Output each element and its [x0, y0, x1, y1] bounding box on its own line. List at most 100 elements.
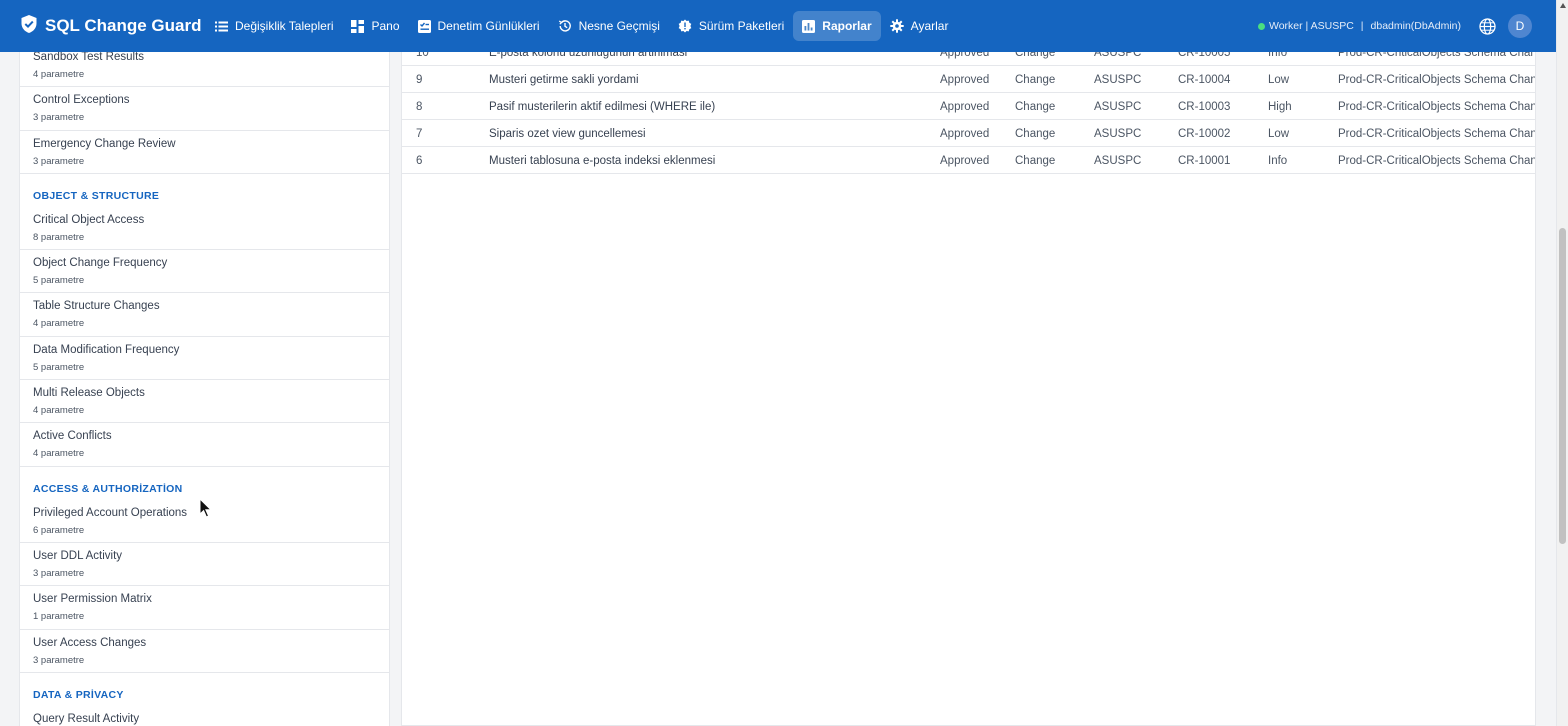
report-item-object-change-frequency[interactable]: Object Change Frequency 5 parametre: [20, 250, 389, 294]
list-icon: [215, 21, 228, 31]
cell-type: Change: [1015, 52, 1056, 59]
cell-title: E-posta kolonu uzunlugunun artirilmasi: [489, 52, 688, 59]
table-row[interactable]: 10 E-posta kolonu uzunlugunun artirilmas…: [402, 52, 1535, 66]
nav-audit-logs[interactable]: Denetim Günlükleri: [409, 11, 549, 41]
cell-type: Change: [1015, 155, 1056, 167]
cell-title: Musteri tablosuna e-posta indeksi eklenm…: [489, 155, 716, 167]
cell-id: 6: [416, 155, 423, 167]
report-item-query-result-activity[interactable]: Query Result Activity: [20, 706, 389, 726]
user-avatar[interactable]: D: [1508, 14, 1532, 38]
nav-label: Değişiklik Talepleri: [235, 19, 334, 33]
nav-dashboard[interactable]: Pano: [342, 11, 408, 41]
cell-id: 10: [416, 52, 429, 59]
table-row[interactable]: 6 Musteri tablosuna e-posta indeksi ekle…: [402, 147, 1536, 174]
report-name: Emergency Change Review: [33, 137, 176, 150]
history-icon: [558, 20, 571, 32]
language-globe-icon[interactable]: [1479, 17, 1496, 35]
cell-server: ASUSPC: [1094, 155, 1142, 167]
cell-cr-number: CR-10005: [1178, 52, 1231, 59]
report-param-count: 5 parametre: [33, 275, 85, 287]
report-item-user-permission-matrix[interactable]: User Permission Matrix 1 parametre: [20, 586, 389, 630]
dashboard-icon: [351, 19, 365, 33]
cell-risk: High: [1268, 101, 1292, 113]
cell-policy: Prod-CR-CriticalObjects Schema Change: [1338, 128, 1536, 140]
report-param-count: 3 parametre: [33, 654, 85, 666]
nav-label: Raporlar: [822, 19, 872, 33]
report-param-count: 5 parametre: [33, 361, 85, 373]
cell-cr-number: CR-10002: [1178, 128, 1231, 140]
nav-object-history[interactable]: Nesne Geçmişi: [549, 11, 669, 41]
top-navbar: SQL Change Guard Değişiklik Talepleri Pa…: [0, 0, 1556, 52]
cell-cr-number: CR-10003: [1178, 101, 1231, 113]
app-title: SQL Change Guard: [45, 16, 202, 35]
report-param-count: 6 parametre: [33, 524, 85, 536]
cell-title: Pasif musterilerin aktif edilmesi (WHERE…: [489, 101, 716, 113]
nav-settings[interactable]: Ayarlar: [881, 11, 958, 41]
scroll-up-arrow-icon[interactable]: [1560, 3, 1566, 8]
report-param-count: 3 parametre: [33, 112, 85, 124]
report-item-user-ddl-activity[interactable]: User DDL Activity 3 parametre: [20, 543, 389, 587]
scrollbar-thumb[interactable]: [1559, 228, 1566, 544]
current-user: dbadmin(DbAdmin): [1370, 20, 1461, 32]
report-param-count: 4 parametre: [33, 405, 85, 417]
report-param-count: 3 parametre: [33, 567, 85, 579]
cell-status: Approved: [940, 52, 990, 59]
table-row[interactable]: 8 Pasif musterilerin aktif edilmesi (WHE…: [402, 93, 1535, 120]
cell-id: 8: [416, 101, 423, 113]
mouse-cursor-icon: [199, 498, 213, 518]
cell-type: Change: [1015, 101, 1056, 113]
report-item-critical-object-access[interactable]: Critical Object Access 8 parametre: [20, 207, 389, 251]
table-row[interactable]: 9 Musteri getirme sakli yordami Approved…: [402, 66, 1535, 93]
cell-server: ASUSPC: [1094, 128, 1142, 140]
report-param-count: 4 parametre: [33, 318, 85, 330]
checklist-icon: [417, 19, 431, 33]
worker-status: Worker | ASUSPC: [1268, 20, 1354, 32]
gear-icon: [889, 19, 904, 33]
report-name: User Access Changes: [33, 636, 147, 649]
report-item-active-conflicts[interactable]: Active Conflicts 4 parametre: [20, 423, 389, 467]
nav-release-packages[interactable]: Sürüm Paketleri: [669, 11, 793, 41]
status-separator: |: [1360, 20, 1364, 32]
table-row[interactable]: 7 Siparis ozet view guncellemesi Approve…: [402, 120, 1536, 147]
nav-reports[interactable]: Raporlar: [793, 11, 881, 41]
report-item-emergency-change-review[interactable]: Emergency Change Review 3 parametre: [20, 131, 389, 174]
cell-policy: Prod-CR-CriticalObjects Schema Change: [1338, 155, 1536, 167]
worker-status-dot: [1257, 22, 1265, 30]
nav-change-requests[interactable]: Değişiklik Talepleri: [206, 11, 342, 41]
report-param-count: 8 parametre: [33, 231, 85, 243]
category-header-data-privacy: DATA & PRİVACY: [33, 688, 124, 701]
nav-label: Denetim Günlükleri: [437, 19, 540, 33]
report-param-count: 1 parametre: [33, 611, 85, 623]
nav-label: Pano: [371, 19, 400, 33]
report-param-count: 4 parametre: [33, 448, 85, 460]
cell-risk: Info: [1268, 52, 1288, 59]
report-item-user-access-changes[interactable]: User Access Changes 3 parametre: [20, 630, 389, 673]
report-item-data-modification-frequency[interactable]: Data Modification Frequency 5 parametre: [20, 337, 389, 381]
report-name: Control Exceptions: [33, 94, 130, 107]
report-item-sandbox-test-results[interactable]: Sandbox Test Results 4 parametre: [20, 52, 389, 88]
cell-status: Approved: [940, 74, 990, 86]
report-name: Table Structure Changes: [33, 300, 160, 313]
chart-icon: [802, 19, 816, 33]
report-item-multi-release-objects[interactable]: Multi Release Objects 4 parametre: [20, 380, 389, 424]
cell-title: Siparis ozet view guncellemesi: [489, 128, 646, 140]
category-header-access-authorization: ACCESS & AUTHORİZATİON: [33, 482, 183, 495]
page-scrollbar[interactable]: [1556, 0, 1568, 726]
cell-title: Musteri getirme sakli yordami: [489, 74, 639, 86]
report-item-control-exceptions[interactable]: Control Exceptions 3 parametre: [20, 87, 389, 131]
report-name: User DDL Activity: [33, 549, 123, 562]
cell-risk: Low: [1268, 74, 1290, 86]
cell-type: Change: [1015, 74, 1056, 86]
report-name: Query Result Activity: [33, 712, 140, 725]
report-param-count: 3 parametre: [33, 155, 85, 167]
brand[interactable]: SQL Change Guard: [0, 14, 206, 39]
report-list: Sandbox Test Results 4 parametre Control…: [20, 52, 389, 726]
status-area: Worker | ASUSPC | dbadmin(DbAdmin) D: [1257, 0, 1556, 52]
report-param-count: 4 parametre: [33, 69, 85, 80]
report-item-table-structure-changes[interactable]: Table Structure Changes 4 parametre: [20, 293, 389, 337]
report-name: Multi Release Objects: [33, 387, 145, 400]
cell-risk: Low: [1268, 128, 1290, 140]
report-name: Data Modification Frequency: [33, 343, 180, 356]
report-name: User Permission Matrix: [33, 593, 152, 606]
main-nav: Değişiklik Talepleri Pano Denetim Günlük…: [206, 11, 957, 41]
